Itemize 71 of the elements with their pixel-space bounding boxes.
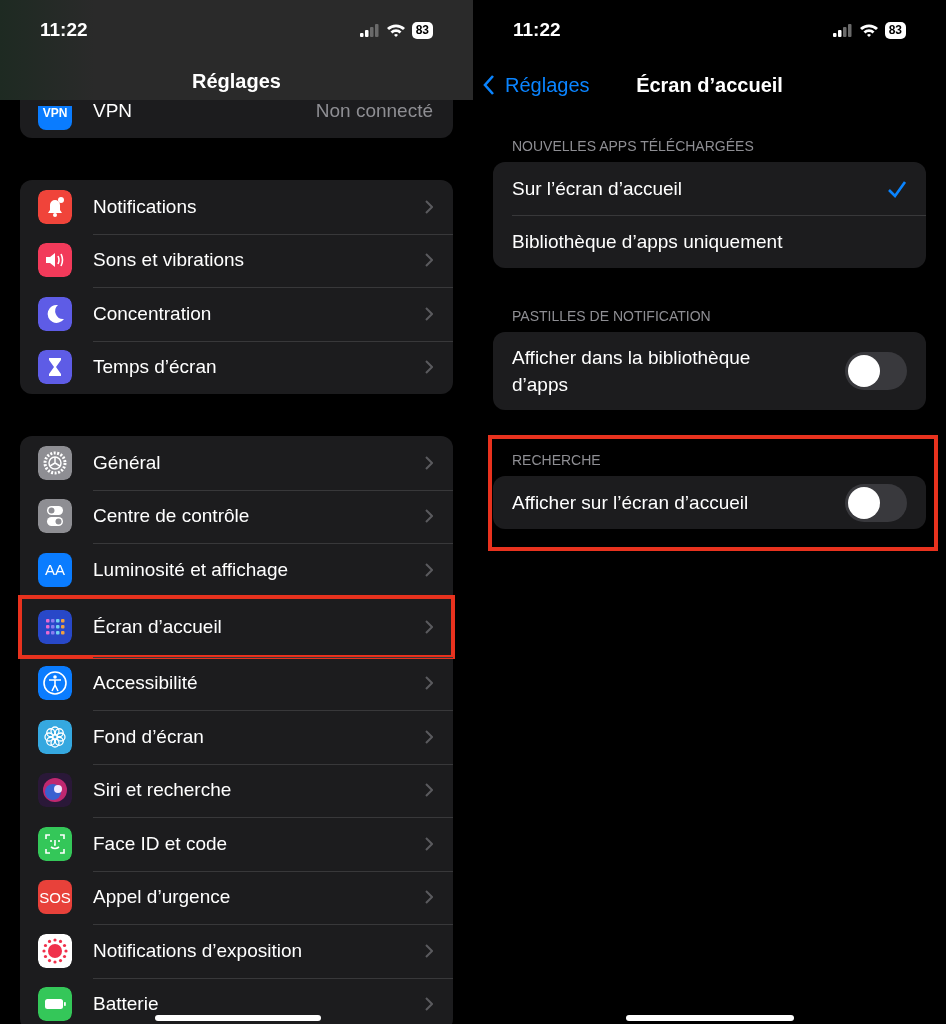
row-label: Centre de contrôle — [93, 505, 251, 528]
chevron-icon — [425, 306, 433, 321]
toggle-switch[interactable] — [845, 352, 907, 390]
settings-row[interactable]: Temps d’écran — [20, 340, 453, 394]
toggle-label: Afficher dans la bibliothèque d’apps — [512, 346, 752, 397]
chevron-icon — [425, 836, 433, 851]
settings-row[interactable]: AA Luminosité et affichage — [20, 543, 453, 597]
chevron-icon — [425, 455, 433, 470]
chevron-icon — [425, 890, 433, 905]
section-header: NOUVELLES APPS TÉLÉCHARGÉES — [511, 138, 755, 156]
signal-icon — [359, 23, 380, 37]
text-size-icon: AA — [38, 552, 72, 587]
settings-row[interactable]: Général — [20, 436, 453, 490]
chevron-icon — [425, 943, 433, 958]
row-label: Écran d’accueil — [93, 615, 223, 638]
sos-icon: SOS — [38, 880, 72, 915]
row-value: Non connecté — [315, 100, 433, 122]
back-icon — [483, 74, 495, 96]
option-label[interactable]: Bibliothèque d’apps uniquement — [512, 230, 783, 253]
row-label: Concentration — [93, 302, 213, 325]
chevron-icon — [425, 619, 433, 634]
wifi-icon — [858, 23, 879, 37]
chevron-icon — [425, 253, 433, 268]
row-label: Batterie — [93, 993, 160, 1016]
row-label: Temps d’écran — [93, 356, 218, 379]
settings-row[interactable]: Face ID et code — [20, 817, 453, 871]
settings-row[interactable]: SOS Appel d’urgence — [20, 870, 453, 924]
settings-row[interactable]: Notifications — [20, 180, 453, 234]
row-label: Siri et recherche — [93, 779, 233, 802]
row-label: Luminosité et affichage — [93, 558, 290, 581]
status-time: 11:22 — [40, 19, 88, 41]
chevron-icon — [425, 562, 433, 577]
wifi-icon — [385, 23, 406, 37]
chevron-icon — [425, 360, 433, 375]
settings-row[interactable]: Sons et vibrations — [20, 233, 453, 287]
row-label: VPN — [93, 100, 134, 122]
settings-row[interactable]: Accessibilité — [20, 656, 453, 710]
row-label: Face ID et code — [93, 832, 229, 855]
chevron-icon — [425, 199, 433, 214]
row-label: Notifications d’exposition — [93, 939, 304, 962]
battery-indicator: 83 — [411, 21, 433, 39]
settings-row[interactable]: Siri et recherche — [20, 763, 453, 817]
settings-row[interactable]: Centre de contrôle — [20, 489, 453, 543]
settings-row[interactable]: Fond d’écran — [20, 710, 453, 764]
status-time: 11:22 — [513, 19, 561, 41]
toggle-label: Afficher sur l’écran d’accueil — [512, 491, 749, 515]
row-label: Général — [93, 451, 162, 474]
chevron-icon — [425, 997, 433, 1012]
signal-icon — [832, 23, 853, 37]
option-label[interactable]: Sur l’écran d’accueil — [512, 177, 683, 200]
chevron-icon — [425, 729, 433, 744]
settings-row[interactable]: Écran d’accueil — [20, 596, 453, 657]
row-label: Appel d’urgence — [93, 886, 232, 909]
row-label: Notifications — [93, 195, 198, 218]
battery-indicator: 83 — [884, 21, 906, 39]
chevron-icon — [425, 783, 433, 798]
settings-row[interactable]: Concentration — [20, 287, 453, 341]
row-label: Accessibilité — [93, 672, 199, 695]
section-header: RECHERCHE — [511, 452, 602, 470]
vpn-icon: VPN — [38, 105, 72, 130]
row-label: Sons et vibrations — [93, 249, 246, 272]
row-label: Fond d’écran — [93, 725, 205, 748]
toggle-switch[interactable] — [845, 483, 907, 522]
settings-row[interactable]: Notifications d’exposition — [20, 924, 453, 978]
back-button[interactable]: Réglages — [483, 73, 590, 97]
chevron-icon — [425, 509, 433, 524]
section-header: PASTILLES DE NOTIFICATION — [511, 308, 712, 326]
chevron-icon — [425, 676, 433, 691]
screen-title: Réglages — [191, 70, 282, 93]
screen-title: Écran d’accueil — [636, 73, 783, 97]
settings-row[interactable]: Batterie — [20, 977, 453, 1024]
